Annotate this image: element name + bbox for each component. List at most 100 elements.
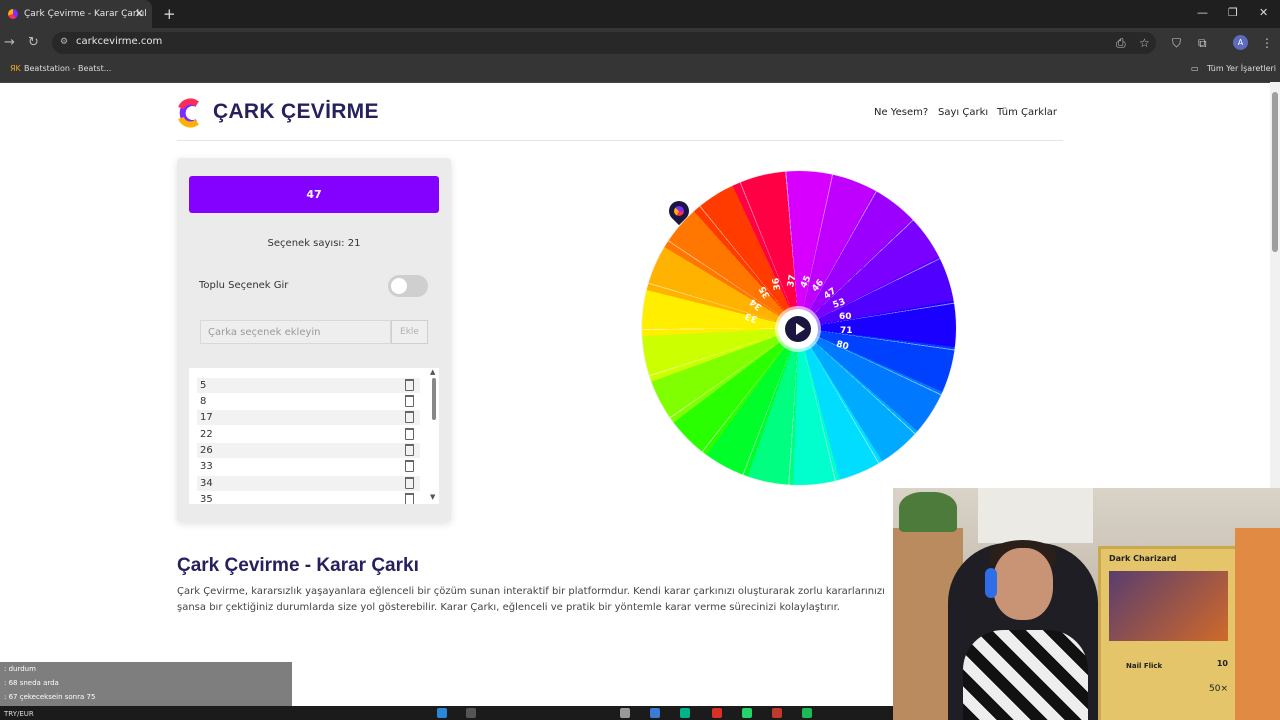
header-divider xyxy=(177,140,1063,141)
list-scroll-thumb[interactable] xyxy=(432,378,436,420)
browser-tab-bar: Çark Çevirme - Karar Çarkıl ✕ + — ❐ ✕ xyxy=(0,0,1280,28)
toggle-knob xyxy=(391,278,407,294)
file-icon[interactable] xyxy=(620,708,630,718)
option-value: 34 xyxy=(200,478,213,489)
close-tab-icon[interactable]: ✕ xyxy=(135,7,144,20)
all-bookmarks-link[interactable]: Tüm Yer İşaretleri xyxy=(1207,64,1276,73)
option-value: 35 xyxy=(200,494,213,504)
folder-icon: ▭ xyxy=(1191,64,1199,73)
tab-title: Çark Çevirme - Karar Çarkıl xyxy=(24,9,147,19)
list-item: 26 xyxy=(197,443,420,458)
wheel-label: 37 xyxy=(786,273,799,289)
search-icon[interactable] xyxy=(466,708,476,718)
streamer-face xyxy=(993,548,1053,620)
streamer-shirt xyxy=(963,630,1088,720)
trash-icon[interactable] xyxy=(405,428,414,440)
trash-icon[interactable] xyxy=(405,411,414,423)
trash-icon[interactable] xyxy=(405,379,414,391)
option-value: 26 xyxy=(200,445,213,456)
page-scroll-thumb[interactable] xyxy=(1272,92,1278,252)
option-input[interactable] xyxy=(200,320,391,344)
profile-avatar[interactable]: A xyxy=(1233,35,1248,50)
pokemon-card: Dark Charizard 10 Nail Flick 50× xyxy=(1098,546,1239,720)
new-tab-icon[interactable]: + xyxy=(163,5,176,23)
browser-tab[interactable]: Çark Çevirme - Karar Çarkıl ✕ xyxy=(0,0,152,28)
card-multiplier: 50× xyxy=(1209,684,1228,694)
app-icon[interactable] xyxy=(680,708,690,718)
trash-icon[interactable] xyxy=(405,444,414,456)
list-scroll-down-icon[interactable]: ▼ xyxy=(430,493,435,501)
option-count: Seçenek sayısı: 21 xyxy=(267,238,361,249)
trash-icon[interactable] xyxy=(405,395,414,407)
play-icon xyxy=(785,316,811,342)
trash-icon[interactable] xyxy=(405,477,414,489)
currency-widget[interactable]: TRY/EUR xyxy=(4,710,34,718)
nav-ne-yesem[interactable]: Ne Yesem? xyxy=(874,107,928,118)
article-title: Çark Çevirme - Karar Çarkı xyxy=(177,555,419,576)
whatsapp-icon[interactable] xyxy=(742,708,752,718)
webcam-overlay: Dark Charizard 10 Nail Flick 50× xyxy=(893,488,1280,720)
option-value: 22 xyxy=(200,429,213,440)
card-hp: 10 xyxy=(1216,659,1228,668)
brand-name[interactable]: ÇARK ÇEVİRME xyxy=(213,100,379,124)
menu-icon[interactable]: ⋮ xyxy=(1261,36,1273,50)
nav-sayi-carki[interactable]: Sayı Çarkı xyxy=(938,107,988,118)
os-taskbar: TRY/EUR xyxy=(0,706,893,720)
start-icon[interactable] xyxy=(437,708,447,718)
spin-button[interactable] xyxy=(778,309,818,349)
site-info-icon[interactable]: ⚙ xyxy=(60,37,70,47)
app-icon[interactable] xyxy=(772,708,782,718)
spotify-icon[interactable] xyxy=(802,708,812,718)
list-item: 5 xyxy=(197,378,420,393)
list-item: 22 xyxy=(197,427,420,442)
option-value: 8 xyxy=(200,396,207,407)
close-window-icon[interactable]: ✕ xyxy=(1259,6,1268,19)
url-text: carkcevirme.com xyxy=(76,36,163,47)
forward-icon[interactable]: → xyxy=(4,35,15,50)
chat-message: : 68 sneda arda xyxy=(4,679,59,687)
list-item: 17 xyxy=(197,410,420,425)
bulk-entry-toggle[interactable] xyxy=(388,275,428,297)
poster xyxy=(1235,528,1280,720)
trash-icon[interactable] xyxy=(405,460,414,472)
wheel-label: 71 xyxy=(840,326,853,336)
window xyxy=(978,488,1093,543)
bookmark-star-icon[interactable]: ☆ xyxy=(1139,36,1150,50)
bookmark-item[interactable]: Beatstation - Beatst... xyxy=(24,64,111,73)
add-option-button[interactable]: Ekle xyxy=(391,320,428,344)
chat-text: : 67 çekeceksein sonra 75 xyxy=(4,693,96,701)
reload-icon[interactable]: ↻ xyxy=(28,35,39,50)
chrome-icon[interactable] xyxy=(712,708,722,718)
install-app-icon[interactable]: ⎙ xyxy=(1116,36,1126,51)
shield-icon[interactable]: ⛉ xyxy=(1172,36,1181,51)
brand-logo-icon[interactable] xyxy=(177,98,201,128)
chat-overlay: : durdum : 68 sneda arda : 67 çekeceksei… xyxy=(0,662,292,706)
extensions-icon[interactable]: ⧉ xyxy=(1198,36,1207,51)
chat-text: : 68 sneda arda xyxy=(4,679,59,687)
option-value: 17 xyxy=(200,412,213,423)
restore-icon[interactable]: ❐ xyxy=(1228,6,1238,19)
minimize-icon[interactable]: — xyxy=(1197,6,1208,19)
card-title: Dark Charizard xyxy=(1109,554,1177,563)
trash-icon[interactable] xyxy=(405,493,414,504)
bulk-entry-label: Toplu Seçenek Gir xyxy=(199,280,289,291)
nav-tum-carklar[interactable]: Tüm Çarklar xyxy=(997,107,1057,118)
list-item: 33 xyxy=(197,459,420,474)
list-item: 8 xyxy=(197,394,420,409)
option-value: 5 xyxy=(200,380,207,391)
list-item: 34 xyxy=(197,476,420,491)
card-art xyxy=(1109,571,1228,641)
option-value: 33 xyxy=(200,461,213,472)
site-favicon-icon xyxy=(8,9,18,19)
options-list: 5 8 17 22 26 33 34 35 xyxy=(189,368,439,504)
card-attack: Nail Flick xyxy=(1126,662,1163,670)
list-scroll-up-icon[interactable]: ▲ xyxy=(430,368,435,376)
result-display: 47 xyxy=(189,176,439,213)
chat-message: : 67 çekeceksein sonra 75 xyxy=(4,693,95,701)
app-icon[interactable] xyxy=(650,708,660,718)
headset-icon xyxy=(985,568,997,598)
chat-message: : durdum xyxy=(4,665,36,673)
plant xyxy=(899,492,957,532)
url-field[interactable]: ⚙ carkcevirme.com xyxy=(52,32,1156,54)
bookmark-favicon-icon: ЯK xyxy=(10,64,21,73)
